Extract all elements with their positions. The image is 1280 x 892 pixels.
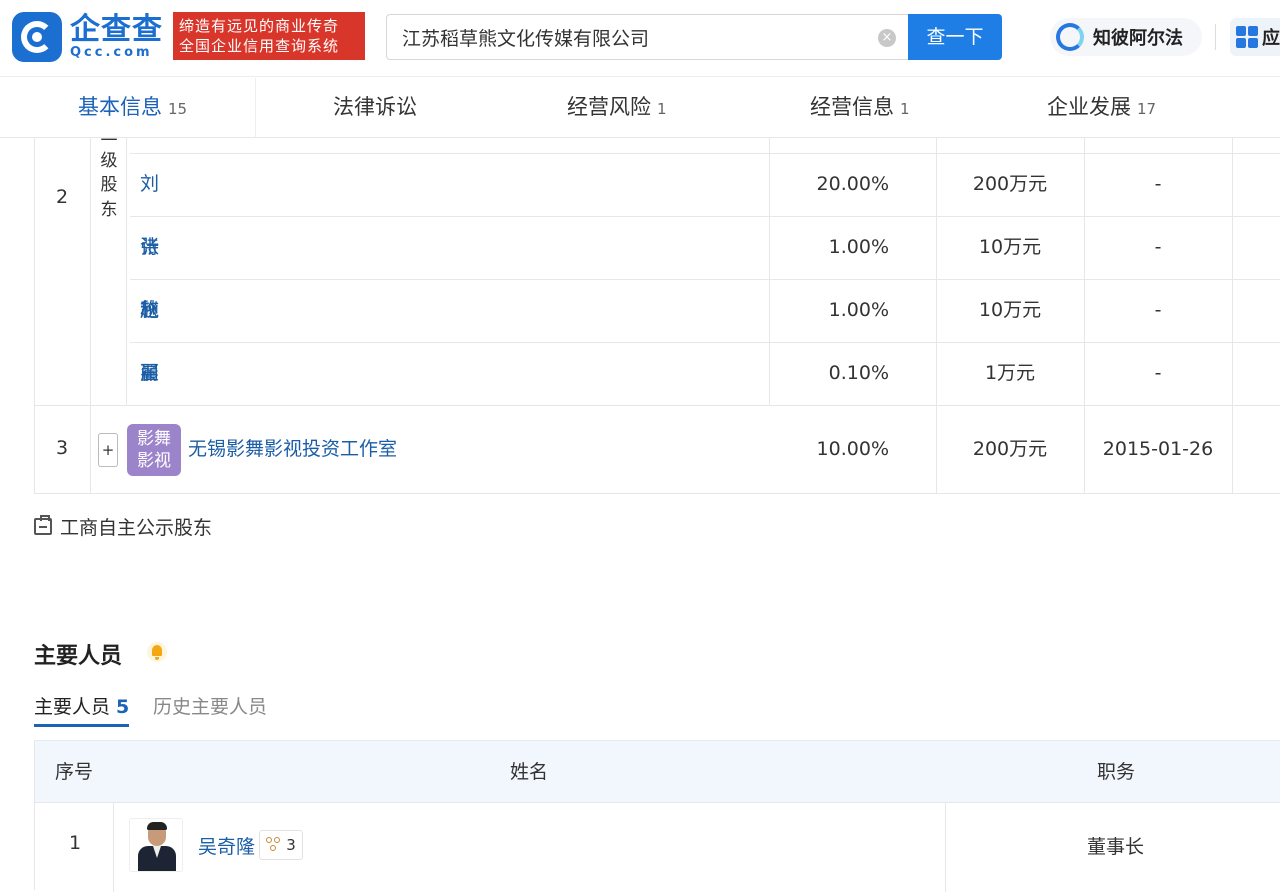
person-name-link[interactable]: 吴奇隆 [198,832,255,859]
row-index: 1 [69,832,82,854]
search-box: × [386,14,908,60]
subscribed-amount: 200万元 [972,173,1048,195]
shareholder-name-link[interactable]: 无锡影舞影视投资工作室 [188,418,397,481]
app-label: 应 [1262,28,1280,49]
qcc-logo-icon [12,12,62,62]
tab-count: 17 [1137,100,1157,118]
tab-risk[interactable]: 经营风险 1 [567,78,667,138]
tab-divider [255,78,256,138]
tab-count: 1 [900,100,910,118]
slogan-banner: 缔造有远见的商业传奇 全国企业信用查询系统 [173,12,365,60]
level-label-char: 股 [100,175,118,195]
header-role: 职务 [1097,761,1136,783]
row-index: 3 [56,437,69,459]
slogan-line-1: 缔造有远见的商业传奇 [179,17,340,35]
subscription-date: - [1154,362,1162,384]
bell-icon[interactable] [147,642,167,662]
table-header: 序号 姓名 职务 [35,740,1280,802]
level-label-char: 级 [100,151,118,171]
logo-text-cn: 企查查 [70,12,163,47]
level-label-char: 东 [100,200,118,220]
subscribed-amount: 1万元 [984,362,1036,384]
tab-basic-info[interactable]: 基本信息 15 [78,78,187,138]
public-shareholders-link[interactable]: 工商自主公示股东 [34,513,212,540]
subscription-date: - [1154,236,1162,258]
tab-count: 1 [657,100,667,118]
tab-legal[interactable]: 法律诉讼 [333,78,417,138]
tab-count: 5 [116,696,130,718]
share-ratio: 1.00% [828,299,889,321]
subscription-date: 2015-01-26 [1102,438,1214,460]
expand-button[interactable]: + [98,433,118,467]
personnel-table: 序号 姓名 职务 1 吴奇隆 3 董事长 [34,740,1280,892]
zhibi-alpha-button[interactable]: 知彼阿尔法 [1050,18,1202,56]
tab-key-personnel[interactable]: 主要人员 5 [34,694,130,727]
section-title: 主要人员 [34,644,123,669]
slogan-line-2: 全国企业信用查询系统 [179,37,340,55]
row-index: 2 [56,186,69,208]
subscribed-amount: 10万元 [978,236,1042,258]
tab-count: 15 [168,100,188,118]
relation-badge[interactable]: 3 [259,830,303,860]
logo-text-en: Qcc.com [70,45,153,60]
tab-history-personnel[interactable]: 历史主要人员 [153,694,267,720]
apps-grid-icon [1236,26,1258,48]
app-button[interactable]: 应 [1230,18,1280,56]
tab-development[interactable]: 企业发展 17 [1047,78,1156,138]
share-ratio: 10.00% [816,438,889,460]
header-index: 序号 [55,761,94,783]
share-ratio: 20.00% [816,173,889,195]
qcc-logo[interactable]: 企查查 Qcc.com [12,12,163,62]
header-divider [1215,24,1216,50]
zhibi-label: 知彼阿尔法 [1093,28,1183,49]
search-button[interactable]: 查一下 [908,14,1002,60]
subscribed-amount: 200万元 [972,438,1048,460]
clear-icon[interactable]: × [878,29,896,47]
header-name: 姓名 [510,761,549,783]
company-logo[interactable]: 影舞 影视 [127,424,181,476]
search-input[interactable] [387,15,857,59]
nav-tabs: 基本信息 15 法律诉讼 经营风险 1 经营信息 1 企业发展 17 [0,78,1280,138]
share-ratio: 0.10% [828,362,889,384]
subscription-date: - [1154,299,1162,321]
subscription-date: - [1154,173,1162,195]
zhibi-logo-icon [1056,23,1084,51]
person-role: 董事长 [1087,836,1145,858]
shareholder-table: 2 一 级 股 东 刘诗施 20.00% 200万元 - 张秋晨 1.00% 1… [34,131,1280,494]
subscribed-amount: 10万元 [978,299,1042,321]
tab-operations[interactable]: 经营信息 1 [810,78,910,138]
avatar[interactable] [129,818,183,872]
share-ratio: 1.00% [828,236,889,258]
briefcase-icon [34,515,52,535]
top-bar: 企查查 Qcc.com 缔造有远见的商业传奇 全国企业信用查询系统 × 查一下 … [0,0,1280,77]
relation-graph-icon [266,837,282,853]
